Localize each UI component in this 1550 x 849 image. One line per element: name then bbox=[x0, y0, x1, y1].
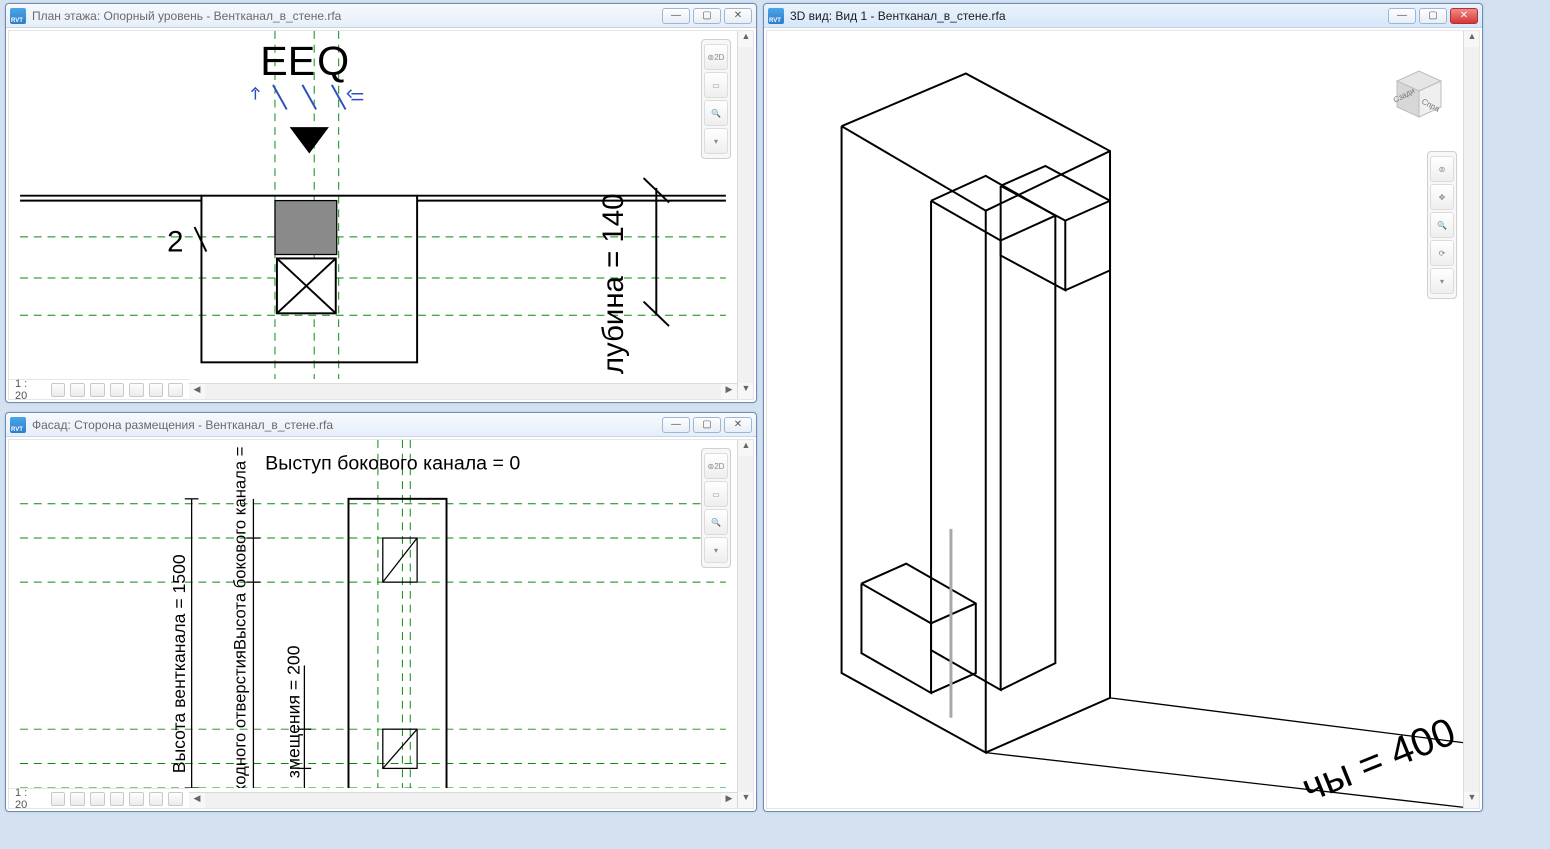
scroll-left-icon[interactable]: ◀ bbox=[189, 793, 205, 809]
facade-scale[interactable]: 1 : 20 bbox=[15, 787, 40, 810]
plan-title: План этажа: Опорный уровень - Вентканал_… bbox=[32, 9, 662, 23]
minimize-button[interactable]: — bbox=[662, 417, 690, 433]
scroll-down-icon[interactable]: ▼ bbox=[1464, 792, 1480, 808]
facade-canvas[interactable]: Выступ бокового канала = 0 bbox=[8, 439, 754, 809]
rvt-file-icon bbox=[768, 8, 784, 24]
eq-label-left: EE bbox=[260, 38, 315, 84]
threeD-drawing: чы = 400 bbox=[767, 31, 1463, 808]
plan-view-control-bar: 1 : 20 bbox=[9, 379, 189, 399]
hide-isolate-icon[interactable] bbox=[149, 792, 164, 806]
facade-label-height: Высота вентканала = 1500 bbox=[169, 554, 189, 773]
facade-label-protrusion: Выступ бокового канала = 0 bbox=[265, 452, 520, 474]
scroll-up-icon[interactable]: ▲ bbox=[738, 440, 754, 456]
horizontal-scrollbar[interactable]: ◀ ▶ bbox=[189, 383, 737, 399]
maximize-button[interactable]: ▢ bbox=[693, 8, 721, 24]
close-button[interactable]: ✕ bbox=[724, 8, 752, 24]
facade-label-side: ходного отверстияВысота бокового канала … bbox=[231, 446, 250, 788]
threeD-titlebar[interactable]: 3D вид: Вид 1 - Вентканал_в_стене.rfa — … bbox=[764, 4, 1482, 28]
nav-panel: ⊚2D ▭ 🔍 ▾ bbox=[701, 39, 731, 159]
steering-wheel-icon[interactable]: ⊚ bbox=[1430, 156, 1454, 182]
minimize-button[interactable]: — bbox=[1388, 8, 1416, 24]
close-button[interactable]: ✕ bbox=[724, 417, 752, 433]
vertical-scrollbar[interactable]: ▲ ▼ bbox=[737, 31, 753, 399]
visual-style-icon[interactable] bbox=[70, 792, 85, 806]
pan-icon[interactable]: ✥ bbox=[1430, 184, 1454, 210]
facade-title: Фасад: Сторона размещения - Вентканал_в_… bbox=[32, 418, 662, 432]
scroll-up-icon[interactable]: ▲ bbox=[738, 31, 754, 47]
plan-titlebar[interactable]: План этажа: Опорный уровень - Вентканал_… bbox=[6, 4, 756, 28]
facade-view-window: Фасад: Сторона размещения - Вентканал_в_… bbox=[5, 412, 757, 812]
detail-level-icon[interactable] bbox=[51, 792, 66, 806]
expand-icon[interactable]: ▾ bbox=[704, 537, 728, 563]
reveal-icon[interactable] bbox=[168, 792, 183, 806]
rvt-file-icon bbox=[10, 417, 26, 433]
scroll-right-icon[interactable]: ▶ bbox=[721, 793, 737, 809]
sun-path-icon[interactable] bbox=[90, 383, 105, 397]
facade-drawing: Выступ бокового канала = 0 bbox=[9, 440, 737, 788]
close-button[interactable]: ✕ bbox=[1450, 8, 1478, 24]
expand-icon[interactable]: ▾ bbox=[1430, 268, 1454, 294]
plan-dim-depth: лубина = 140 bbox=[597, 194, 630, 375]
minimize-button[interactable]: — bbox=[662, 8, 690, 24]
pan-icon[interactable]: ▭ bbox=[704, 481, 728, 507]
threeD-canvas[interactable]: чы = 400 Сзади Спра ⊚ ✥ 🔍 ⟳ ▾ ▲ ▼ bbox=[766, 30, 1480, 809]
visual-style-icon[interactable] bbox=[70, 383, 85, 397]
shadows-icon[interactable] bbox=[110, 792, 125, 806]
scroll-down-icon[interactable]: ▼ bbox=[738, 383, 754, 399]
scroll-up-icon[interactable]: ▲ bbox=[1464, 31, 1480, 47]
threeD-view-window: 3D вид: Вид 1 - Вентканал_в_стене.rfa — … bbox=[763, 3, 1483, 812]
vertical-scrollbar[interactable]: ▲ ▼ bbox=[737, 440, 753, 808]
orbit-icon[interactable]: ⟳ bbox=[1430, 240, 1454, 266]
zoom-icon[interactable]: 🔍 bbox=[704, 100, 728, 126]
vertical-scrollbar[interactable]: ▲ ▼ bbox=[1463, 31, 1479, 808]
detail-level-icon[interactable] bbox=[51, 383, 66, 397]
steering-wheel-icon[interactable]: ⊚2D bbox=[704, 453, 728, 479]
steering-wheel-icon[interactable]: ⊚2D bbox=[704, 44, 728, 70]
plan-scale[interactable]: 1 : 20 bbox=[15, 378, 40, 401]
crop-view-icon[interactable] bbox=[129, 383, 144, 397]
scroll-right-icon[interactable]: ▶ bbox=[721, 384, 737, 400]
nav-panel: ⊚ ✥ 🔍 ⟳ ▾ bbox=[1427, 151, 1457, 299]
hide-isolate-icon[interactable] bbox=[149, 383, 164, 397]
horizontal-scrollbar[interactable]: ◀ ▶ bbox=[189, 792, 737, 808]
plan-dim-2: 2 bbox=[167, 226, 183, 259]
scroll-down-icon[interactable]: ▼ bbox=[738, 792, 754, 808]
nav-panel: ⊚2D ▭ 🔍 ▾ bbox=[701, 448, 731, 568]
view-cube[interactable]: Сзади Спра bbox=[1385, 59, 1449, 123]
crop-view-icon[interactable] bbox=[129, 792, 144, 806]
sun-path-icon[interactable] bbox=[90, 792, 105, 806]
expand-icon[interactable]: ▾ bbox=[704, 128, 728, 154]
zoom-icon[interactable]: 🔍 bbox=[1430, 212, 1454, 238]
plan-view-window: План этажа: Опорный уровень - Вентканал_… bbox=[5, 3, 757, 403]
scroll-left-icon[interactable]: ◀ bbox=[189, 384, 205, 400]
threeD-title: 3D вид: Вид 1 - Вентканал_в_стене.rfa bbox=[790, 9, 1388, 23]
zoom-icon[interactable]: 🔍 bbox=[704, 509, 728, 535]
shadows-icon[interactable] bbox=[110, 383, 125, 397]
maximize-button[interactable]: ▢ bbox=[693, 417, 721, 433]
plan-drawing: EE Q 2 лубина = 140 bbox=[9, 31, 737, 379]
eq-label-right: Q bbox=[317, 38, 349, 84]
maximize-button[interactable]: ▢ bbox=[1419, 8, 1447, 24]
facade-titlebar[interactable]: Фасад: Сторона размещения - Вентканал_в_… bbox=[6, 413, 756, 437]
facade-label-offset: змещения = 200 bbox=[283, 645, 303, 778]
reveal-icon[interactable] bbox=[168, 383, 183, 397]
pan-icon[interactable]: ▭ bbox=[704, 72, 728, 98]
rvt-file-icon bbox=[10, 8, 26, 24]
facade-view-control-bar: 1 : 20 bbox=[9, 788, 189, 808]
plan-canvas[interactable]: EE Q 2 лубина = 140 bbox=[8, 30, 754, 400]
